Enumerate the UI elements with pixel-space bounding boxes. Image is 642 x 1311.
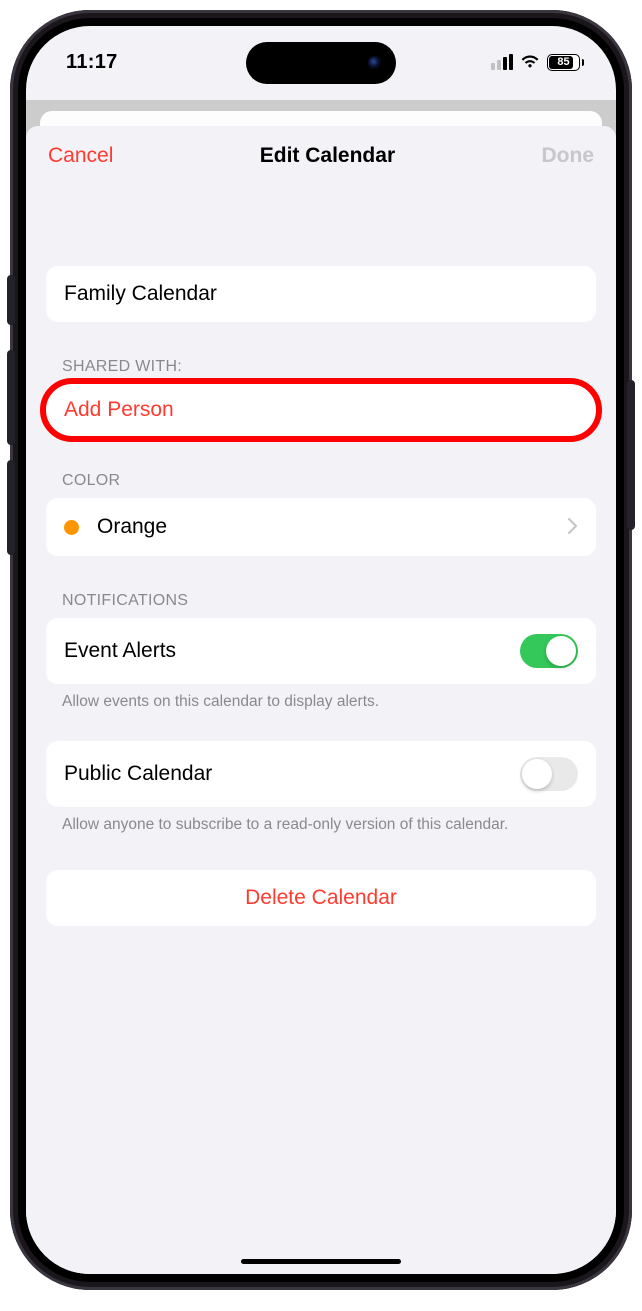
public-calendar-footer: Allow anyone to subscribe to a read-only… bbox=[46, 807, 596, 836]
side-button-volume-down bbox=[7, 460, 15, 555]
color-dot-icon bbox=[64, 520, 79, 535]
notifications-group: NOTIFICATIONS Event Alerts Allow events … bbox=[46, 592, 596, 713]
shared-with-header: SHARED WITH: bbox=[46, 358, 596, 384]
color-row[interactable]: Orange bbox=[46, 498, 596, 556]
event-alerts-label: Event Alerts bbox=[64, 639, 520, 663]
front-camera-icon bbox=[368, 56, 382, 70]
color-header: COLOR bbox=[46, 472, 596, 498]
delete-calendar-label: Delete Calendar bbox=[245, 886, 397, 910]
nav-bar: Cancel Edit Calendar Done bbox=[26, 126, 616, 186]
chevron-right-icon bbox=[568, 514, 578, 540]
event-alerts-footer: Allow events on this calendar to display… bbox=[46, 684, 596, 713]
calendar-name-group: Family Calendar bbox=[46, 266, 596, 322]
color-group: COLOR Orange bbox=[46, 472, 596, 556]
public-calendar-row: Public Calendar bbox=[46, 741, 596, 807]
public-calendar-toggle[interactable] bbox=[520, 757, 578, 791]
side-button-volume-up bbox=[7, 350, 15, 445]
public-calendar-label: Public Calendar bbox=[64, 762, 520, 786]
event-alerts-toggle[interactable] bbox=[520, 634, 578, 668]
screen: 11:17 85 bbox=[26, 26, 616, 1274]
done-button[interactable]: Done bbox=[542, 144, 595, 168]
color-value: Orange bbox=[97, 515, 560, 539]
home-indicator[interactable] bbox=[241, 1259, 401, 1264]
add-person-label: Add Person bbox=[64, 398, 174, 421]
cancel-button[interactable]: Cancel bbox=[48, 144, 113, 168]
battery-icon: 85 bbox=[547, 54, 584, 71]
phone-frame: 11:17 85 bbox=[10, 10, 632, 1290]
page-title: Edit Calendar bbox=[260, 144, 395, 168]
notifications-header: NOTIFICATIONS bbox=[46, 592, 596, 618]
battery-percent: 85 bbox=[557, 56, 569, 68]
cellular-signal-icon bbox=[491, 54, 513, 70]
delete-calendar-button[interactable]: Delete Calendar bbox=[46, 870, 596, 926]
status-right: 85 bbox=[491, 54, 584, 71]
status-time: 11:17 bbox=[66, 51, 118, 74]
side-button-power bbox=[627, 380, 635, 530]
public-calendar-group: Public Calendar Allow anyone to subscrib… bbox=[46, 741, 596, 836]
dynamic-island bbox=[246, 42, 396, 84]
wifi-icon bbox=[520, 54, 540, 70]
shared-with-group: SHARED WITH: Add Person bbox=[46, 358, 596, 436]
delete-group: Delete Calendar bbox=[46, 870, 596, 926]
add-person-button[interactable]: Add Person bbox=[46, 384, 596, 436]
calendar-name-value: Family Calendar bbox=[64, 282, 578, 306]
side-button-mute bbox=[7, 275, 15, 325]
edit-calendar-sheet: Cancel Edit Calendar Done Family Calenda… bbox=[26, 126, 616, 1274]
calendar-name-field[interactable]: Family Calendar bbox=[46, 266, 596, 322]
event-alerts-row: Event Alerts bbox=[46, 618, 596, 684]
